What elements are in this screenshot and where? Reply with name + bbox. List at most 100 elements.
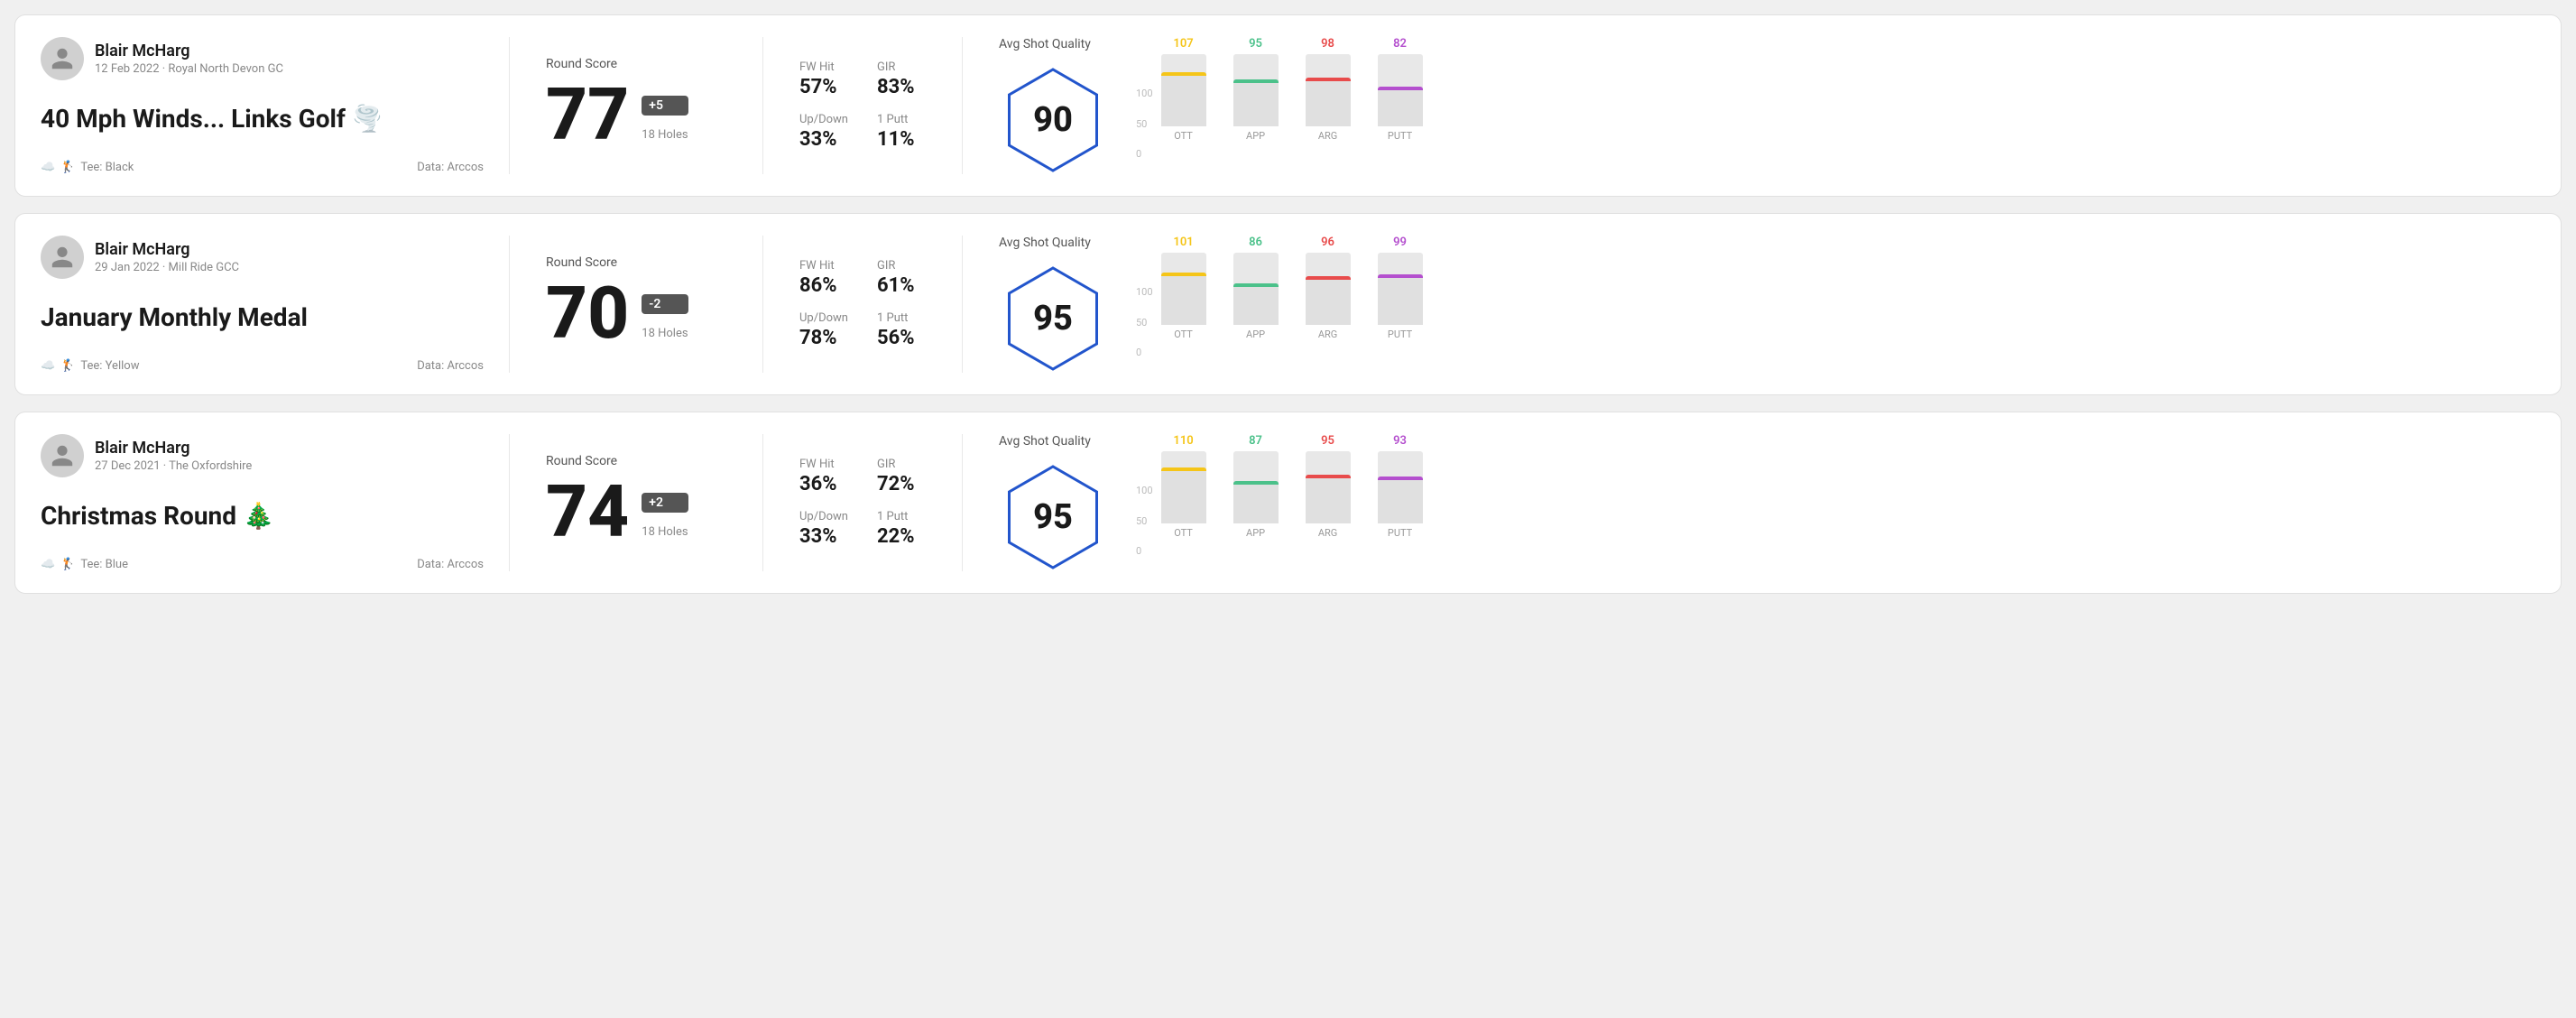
stat-label: 1 Putt [877,311,926,325]
bag-icon: 🏌️ [60,161,75,174]
stat-item-1: GIR83% [877,60,926,98]
stat-value: 56% [877,327,926,349]
bar-wrapper [1233,54,1279,126]
hexagon-score: 90 [1033,100,1073,140]
hexagon-score: 95 [1033,299,1073,338]
tee-info: ☁️🏌️Tee: Blue [41,558,128,571]
bar-bottom-label: OTT [1174,130,1193,142]
bar-col-1: 86 APP [1229,236,1283,340]
stat-item-3: 1 Putt 56% [877,311,926,349]
user-text: Blair McHarg29 Jan 2022 · Mill Ride GCC [95,240,239,274]
round-card-0: Blair McHarg12 Feb 2022 · Royal North De… [14,14,2562,197]
bar-fill [1306,78,1351,126]
user-text: Blair McHarg12 Feb 2022 · Royal North De… [95,42,283,76]
stat-label: FW Hit [799,259,848,273]
weather-icon: ☁️ [41,359,55,373]
bar-col-2: 96ARG [1301,236,1355,340]
round-title: 40 Mph Winds... Links Golf 🌪️ [41,104,484,134]
hexagon: 95 [999,463,1107,571]
bar-wrapper [1378,253,1423,325]
bar-accent [1378,274,1423,278]
bar-bottom-label: OTT [1174,329,1193,340]
bag-icon: 🏌️ [60,558,75,571]
quality-section: Avg Shot Quality90100500107OTT95APP98ARG… [962,37,2535,174]
bar-col-1: 95APP [1229,37,1283,142]
score-section: Round Score77+518 Holes [510,37,762,174]
bar-col-0: 107 OTT [1157,37,1211,142]
round-card-2: Blair McHarg27 Dec 2021 · The Oxfordshir… [14,412,2562,594]
left-section: Blair McHarg27 Dec 2021 · The Oxfordshir… [41,434,510,571]
stats-grid: FW Hit86%GIR61%Up/Down78%1 Putt56% [799,259,926,349]
stat-label: FW Hit [799,60,848,74]
user-info: Blair McHarg27 Dec 2021 · The Oxfordshir… [41,434,484,477]
hexagon-container: 95 [999,463,1107,571]
tee-label: Tee: Black [80,161,134,174]
avatar [41,434,84,477]
stat-value: 33% [799,525,848,548]
round-score-label: Round Score [546,255,726,270]
score-badge: +5 [642,96,688,116]
tee-info: ☁️🏌️Tee: Black [41,161,134,174]
hexagon: 90 [999,66,1107,174]
stat-label: 1 Putt [877,113,926,126]
stat-value: 78% [799,327,848,349]
bar-wrapper [1306,451,1351,523]
score-number: 70 [546,277,629,349]
bar-col-3: 93 PUTT [1373,434,1427,539]
bar-top-label: 82 [1393,37,1407,51]
bar-top-label: 93 [1393,434,1407,448]
bar-col-2: 95 ARG [1301,434,1355,539]
bar-top-label: 110 [1173,434,1193,448]
bar-col-3: 82PUTT [1373,37,1427,142]
bar-bottom-label: PUTT [1388,527,1412,539]
stat-label: FW Hit [799,458,848,471]
user-info: Blair McHarg29 Jan 2022 · Mill Ride GCC [41,236,484,279]
stat-item-2: Up/Down33% [799,113,848,151]
bar-top-label: 107 [1173,37,1193,51]
date-course: 12 Feb 2022 · Royal North Devon GC [95,62,283,76]
bar-top-label: 95 [1321,434,1334,448]
bar-fill [1233,79,1279,126]
stat-item-0: FW Hit36% [799,458,848,495]
stat-label: 1 Putt [877,510,926,523]
bar-accent [1233,481,1279,485]
quality-section: Avg Shot Quality95100500110OTT87APP95ARG… [962,434,2535,571]
bag-icon: 🏌️ [60,359,75,373]
stat-item-0: FW Hit86% [799,259,848,297]
stats-section: FW Hit36%GIR72%Up/Down33%1 Putt22% [762,434,962,571]
stat-value: 11% [877,128,926,151]
data-source: Data: Arccos [417,359,484,373]
score-section: Round Score70-218 Holes [510,236,762,373]
stats-section: FW Hit57%GIR83%Up/Down33%1 Putt11% [762,37,962,174]
bar-chart-area: 100500107OTT95APP98ARG82PUTT [1136,51,1427,160]
left-section: Blair McHarg29 Jan 2022 · Mill Ride GCCJ… [41,236,510,373]
bar-top-label: 86 [1249,236,1262,249]
bar-bottom-label: ARG [1318,329,1337,340]
stat-label: GIR [877,259,926,273]
bar-bottom-label: ARG [1318,527,1337,539]
avatar [41,236,84,279]
bar-bottom-label: PUTT [1388,329,1412,340]
score-badge: +2 [642,493,688,513]
bar-wrapper [1306,54,1351,126]
tee-label: Tee: Blue [80,558,128,571]
bar-top-label: 101 [1173,236,1193,249]
bar-chart-area: 100500101OTT86APP96ARG99PUTT [1136,250,1427,358]
bar-fill [1161,467,1206,523]
left-section: Blair McHarg12 Feb 2022 · Royal North De… [41,37,510,174]
bar-accent [1233,283,1279,287]
user-name: Blair McHarg [95,240,239,259]
user-name: Blair McHarg [95,439,252,458]
bar-fill [1233,283,1279,325]
bar-col-0: 110OTT [1157,434,1211,539]
bar-top-label: 87 [1249,434,1262,448]
user-info: Blair McHarg12 Feb 2022 · Royal North De… [41,37,484,80]
stat-value: 86% [799,274,848,297]
bar-wrapper [1378,451,1423,523]
score-number: 74 [546,476,629,548]
score-number: 77 [546,79,629,151]
bar-chart: 101OTT86APP96ARG99PUTT [1157,250,1427,358]
bar-top-label: 99 [1393,236,1407,249]
bar-wrapper [1161,451,1206,523]
bar-bottom-label: APP [1246,329,1265,340]
